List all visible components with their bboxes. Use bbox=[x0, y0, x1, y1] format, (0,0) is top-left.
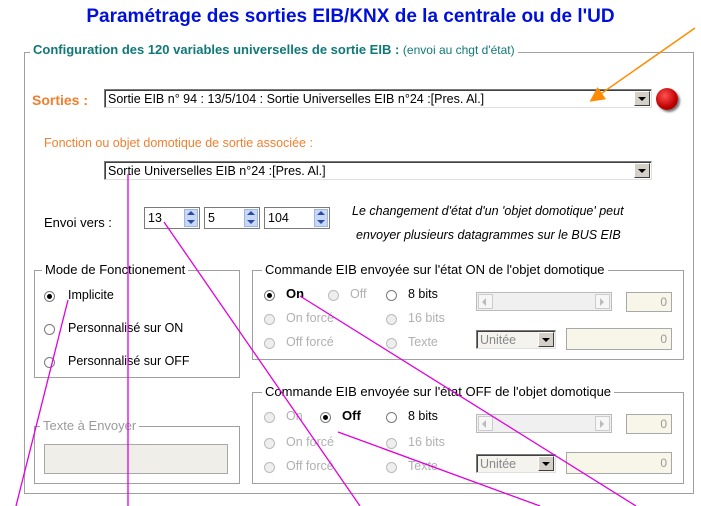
chevron-down-icon[interactable] bbox=[538, 332, 554, 347]
on-opt-on-label[interactable]: On bbox=[286, 286, 304, 301]
off-opt-texte-radio[interactable] bbox=[386, 462, 397, 473]
mode-implicite-label[interactable]: Implicite bbox=[68, 288, 114, 302]
off-opt-off-radio[interactable] bbox=[320, 412, 331, 423]
scroll-right-icon[interactable] bbox=[595, 294, 610, 309]
chevron-down-icon[interactable] bbox=[538, 456, 554, 471]
group-address-middle-value: 5 bbox=[208, 211, 215, 225]
group-address-main-spinner[interactable]: 13 bbox=[144, 207, 200, 229]
fonction-label: Fonction ou objet domotique de sortie as… bbox=[44, 136, 313, 150]
config-group-label: Configuration des 120 variables universe… bbox=[30, 42, 518, 57]
off-value2-field[interactable]: 0 bbox=[566, 452, 672, 474]
on-opt-16bits-radio[interactable] bbox=[386, 314, 397, 325]
window: Paramétrage des sorties EIB/KNX de la ce… bbox=[0, 0, 701, 506]
on-unit-combo[interactable]: Unitée bbox=[476, 330, 556, 349]
scroll-right-icon[interactable] bbox=[595, 416, 610, 431]
texte-input[interactable] bbox=[44, 444, 228, 474]
off-opt-8bits-radio[interactable] bbox=[386, 412, 397, 423]
on-value2-field[interactable]: 0 bbox=[566, 328, 672, 350]
sorties-label: Sorties : bbox=[32, 92, 89, 108]
envoi-note-line1: Le changement d'état d'un 'objet domotiq… bbox=[352, 204, 624, 218]
mode-on-radio[interactable] bbox=[44, 324, 55, 335]
off-opt-offforce-label[interactable]: Off forcé bbox=[286, 459, 334, 473]
on-value-scrollbar[interactable] bbox=[476, 292, 612, 311]
config-note: (envoi au chgt d'état) bbox=[402, 43, 515, 57]
on-opt-offforce-radio[interactable] bbox=[264, 338, 275, 349]
off-opt-on-radio[interactable] bbox=[264, 412, 275, 423]
on-opt-8bits-radio[interactable] bbox=[386, 290, 397, 301]
scroll-left-icon[interactable] bbox=[478, 294, 493, 309]
off-value-field[interactable]: 0 bbox=[626, 414, 672, 434]
off-opt-8bits-label[interactable]: 8 bits bbox=[408, 409, 438, 423]
fonction-value: Sortie Universelles EIB n°24 :[Pres. Al.… bbox=[108, 164, 326, 178]
mode-off-label[interactable]: Personnalisé sur OFF bbox=[68, 354, 190, 368]
on-opt-texte-label[interactable]: Texte bbox=[408, 335, 438, 349]
fonction-combo[interactable]: Sortie Universelles EIB n°24 :[Pres. Al.… bbox=[104, 161, 652, 180]
on-command-label: Commande EIB envoyée sur l'état ON de l'… bbox=[262, 262, 608, 277]
off-opt-onforce-radio[interactable] bbox=[264, 438, 275, 449]
off-opt-texte-label[interactable]: Texte bbox=[408, 459, 438, 473]
on-opt-on-radio[interactable] bbox=[264, 290, 275, 301]
group-address-sub-spinner[interactable]: 104 bbox=[264, 207, 330, 229]
on-opt-off-radio[interactable] bbox=[328, 290, 339, 301]
on-opt-off-label[interactable]: Off bbox=[350, 287, 366, 301]
on-unit-value: Unitée bbox=[480, 333, 517, 347]
envoi-note-line2: envoyer plusieurs datagrammes sur le BUS… bbox=[356, 228, 621, 242]
status-indicator-icon bbox=[656, 88, 678, 110]
off-opt-on-label[interactable]: On bbox=[286, 409, 303, 423]
off-opt-offforce-radio[interactable] bbox=[264, 462, 275, 473]
on-value-field[interactable]: 0 bbox=[626, 292, 672, 312]
spin-arrows-icon[interactable] bbox=[314, 209, 328, 227]
off-value-scrollbar[interactable] bbox=[476, 414, 612, 433]
off-opt-off-label[interactable]: Off bbox=[342, 408, 361, 423]
envoi-label: Envoi vers : bbox=[44, 215, 112, 230]
group-address-sub-value: 104 bbox=[268, 211, 289, 225]
off-opt-onforce-label[interactable]: On forcé bbox=[286, 435, 334, 449]
on-opt-onforce-label[interactable]: On forcé bbox=[286, 311, 334, 325]
config-label: Configuration des 120 variables universe… bbox=[33, 42, 400, 57]
off-unit-combo[interactable]: Unitée bbox=[476, 454, 556, 473]
group-address-main-value: 13 bbox=[148, 211, 162, 225]
mode-implicite-radio[interactable] bbox=[44, 291, 55, 302]
page-title: Paramétrage des sorties EIB/KNX de la ce… bbox=[86, 6, 615, 27]
on-opt-texte-radio[interactable] bbox=[386, 338, 397, 349]
on-opt-8bits-label[interactable]: 8 bits bbox=[408, 287, 438, 301]
sorties-combo[interactable]: Sortie EIB n° 94 : 13/5/104 : Sortie Uni… bbox=[104, 89, 652, 108]
sorties-value: Sortie EIB n° 94 : 13/5/104 : Sortie Uni… bbox=[108, 92, 485, 106]
group-address-middle-spinner[interactable]: 5 bbox=[204, 207, 260, 229]
off-opt-16bits-radio[interactable] bbox=[386, 438, 397, 449]
off-unit-value: Unitée bbox=[480, 457, 517, 471]
off-command-label: Commande EIB envoyée sur l'état OFF de l… bbox=[262, 384, 615, 399]
chevron-down-icon[interactable] bbox=[634, 163, 650, 178]
off-opt-16bits-label[interactable]: 16 bits bbox=[408, 435, 445, 449]
spin-arrows-icon[interactable] bbox=[244, 209, 258, 227]
mode-on-label[interactable]: Personnalisé sur ON bbox=[68, 321, 183, 335]
on-opt-offforce-label[interactable]: Off forcé bbox=[286, 335, 334, 349]
texte-group-label: Texte à Envoyer bbox=[40, 418, 140, 433]
mode-group-label: Mode de Fonctionement bbox=[42, 262, 189, 277]
scroll-left-icon[interactable] bbox=[478, 416, 493, 431]
spin-arrows-icon[interactable] bbox=[184, 209, 198, 227]
on-opt-onforce-radio[interactable] bbox=[264, 314, 275, 325]
on-opt-16bits-label[interactable]: 16 bits bbox=[408, 311, 445, 325]
mode-off-radio[interactable] bbox=[44, 357, 55, 368]
chevron-down-icon[interactable] bbox=[634, 91, 650, 106]
